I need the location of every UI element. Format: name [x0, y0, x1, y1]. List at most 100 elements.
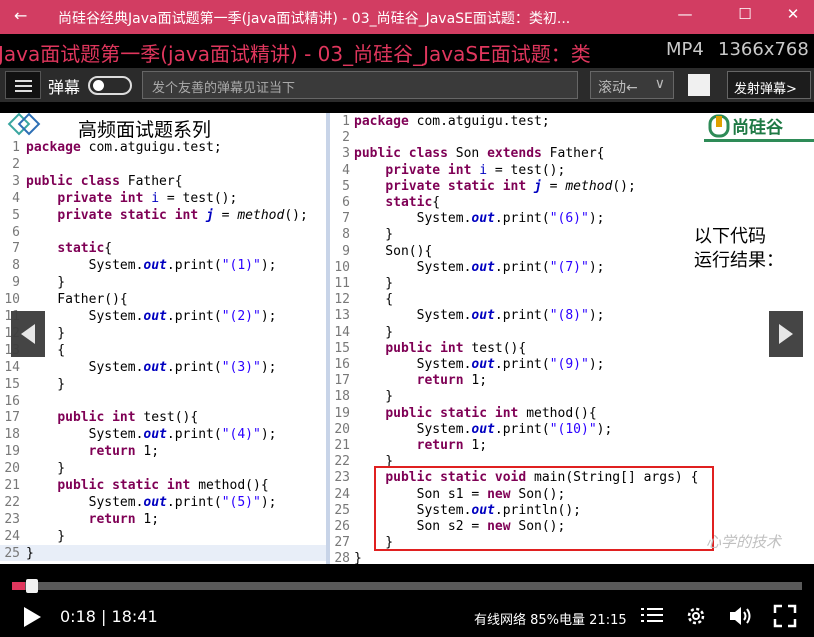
father-code-line[interactable]: System.out.print("(1)"); — [26, 258, 277, 273]
son-line-number: 27 — [334, 535, 350, 551]
player-controls: 0:18 | 18:41 有线网络 85%电量 21:15 — [0, 564, 814, 637]
son-code-line[interactable]: package com.atguigu.test; — [354, 114, 550, 129]
father-line-number: 10 — [4, 292, 20, 308]
danmaku-label: 弹幕 — [48, 78, 81, 97]
menu-icon[interactable] — [5, 71, 41, 99]
son-code-line[interactable]: } — [354, 551, 362, 564]
father-line-number: 2 — [12, 156, 20, 172]
son-code-line[interactable]: return 1; — [354, 373, 487, 388]
son-line-number: 7 — [342, 211, 350, 227]
father-code-line[interactable]: } — [26, 377, 65, 392]
minimize-button[interactable]: — — [670, 5, 700, 23]
father-code-line[interactable]: System.out.print("(4)"); — [26, 427, 277, 442]
father-code-line[interactable]: private static int j = method(); — [26, 208, 307, 223]
son-line-number: 26 — [334, 519, 350, 534]
father-code-line[interactable]: System.out.print("(2)"); — [26, 309, 277, 324]
father-line-number: 8 — [12, 258, 20, 274]
question-line-2: 运行结果： — [694, 250, 784, 271]
son-line-number: 24 — [334, 486, 350, 502]
maximize-button[interactable]: ☐ — [730, 5, 760, 23]
son-code-line[interactable]: public static int method(){ — [354, 406, 596, 421]
brand-name: 尚硅谷 — [732, 117, 784, 138]
son-code-line[interactable]: System.out.print("(10)"); — [354, 422, 613, 437]
father-line-number: 24 — [4, 528, 20, 544]
son-line-number: 15 — [334, 340, 350, 356]
danmaku-input[interactable]: 发个友善的弹幕见证当下 — [142, 71, 578, 99]
father-line-number: 16 — [4, 393, 20, 409]
father-line-number: 18 — [4, 427, 20, 443]
progress-fill — [12, 582, 25, 590]
father-line-number: 22 — [4, 494, 20, 510]
father-code-line[interactable]: public int test(){ — [26, 410, 198, 425]
question-text: 以下代码 运行结果： — [694, 225, 784, 273]
gear-icon[interactable] — [684, 604, 708, 628]
progress-handle[interactable] — [25, 579, 38, 593]
son-code-line[interactable]: public int test(){ — [354, 341, 526, 356]
son-code-line[interactable]: { — [354, 292, 393, 307]
father-code-line[interactable]: } — [26, 461, 65, 476]
father-line-number: 3 — [12, 173, 20, 189]
son-code-line[interactable]: public class Son extends Father{ — [354, 146, 604, 161]
father-code-line[interactable]: Father(){ — [26, 292, 127, 307]
son-code-line[interactable]: System.out.print("(6)"); — [354, 211, 605, 226]
father-code-line[interactable]: static{ — [26, 241, 112, 256]
close-button[interactable]: ✕ — [778, 5, 808, 23]
father-code-line[interactable]: private int i = test(); — [26, 191, 237, 206]
father-code-line[interactable]: return 1; — [26, 444, 159, 459]
total-time: 18:41 — [111, 607, 158, 626]
son-code-line[interactable]: System.out.print("(8)"); — [354, 308, 605, 323]
father-code-line[interactable]: return 1; — [26, 512, 159, 527]
son-code-line[interactable]: } — [354, 389, 393, 404]
arrow-left-icon[interactable]: ← — [14, 6, 27, 25]
question-line-1: 以下代码 — [694, 226, 766, 247]
father-line-number: 17 — [4, 410, 20, 426]
father-code-line[interactable]: System.out.print("(3)"); — [26, 360, 277, 375]
play-icon[interactable] — [22, 606, 42, 628]
father-line-number: 14 — [4, 359, 20, 375]
son-code-line[interactable]: } — [354, 227, 393, 242]
progress-bar[interactable] — [12, 579, 802, 593]
son-code-line[interactable]: System.out.print("(7)"); — [354, 260, 605, 275]
father-code-line[interactable]: } — [26, 546, 34, 561]
father-code-line[interactable]: } — [26, 529, 65, 544]
watermark: 心学的技术 — [706, 533, 782, 551]
son-code-line[interactable]: } — [354, 325, 393, 340]
son-code-line[interactable]: static{ — [354, 195, 440, 210]
father-line-number: 9 — [12, 275, 20, 291]
father-line-number: 19 — [4, 444, 20, 460]
son-code-line[interactable]: private int i = test(); — [354, 163, 565, 178]
chevron-left-icon — [21, 324, 35, 344]
son-line-number: 10 — [334, 259, 350, 275]
video-resolution: 1366x768 — [718, 39, 809, 60]
son-line-number: 11 — [334, 276, 350, 291]
son-code-line[interactable]: Son(){ — [354, 244, 432, 259]
father-code-line[interactable]: System.out.print("(5)"); — [26, 495, 277, 510]
father-code-line[interactable]: public static int method(){ — [26, 478, 268, 493]
time-separator: | — [101, 607, 107, 626]
son-code-line[interactable]: } — [354, 276, 393, 291]
send-danmaku-button[interactable]: 发射弹幕> — [727, 71, 811, 99]
father-code-line[interactable]: public class Father{ — [26, 174, 183, 189]
father-code-line[interactable]: } — [26, 275, 65, 290]
danmaku-toggle[interactable] — [88, 76, 132, 95]
video-frame[interactable]: 1 package com.atguigu.test; 2 3 public class… — [0, 113, 814, 564]
chevron-right-icon — [779, 324, 793, 344]
main-method-highlight-box — [374, 466, 714, 551]
previous-button[interactable] — [11, 311, 45, 357]
danmaku-color-swatch[interactable] — [688, 74, 710, 96]
father-code-pane: 1 package com.atguigu.test; 2 3 public class… — [0, 113, 326, 564]
son-line-number: 28 — [334, 551, 350, 564]
son-code-line[interactable]: System.out.print("(9)"); — [354, 357, 605, 372]
next-button[interactable] — [769, 311, 803, 357]
fullscreen-icon[interactable] — [773, 604, 797, 628]
son-code-line[interactable]: return 1; — [354, 438, 487, 453]
father-code-line[interactable]: package com.atguigu.test; — [26, 140, 222, 155]
danmaku-mode-select[interactable]: 滚动← ∨ — [590, 71, 674, 99]
title-bar: ← 尚硅谷经典Java面试题第一季(java面试精讲) - 03_尚硅谷_Jav… — [0, 0, 814, 34]
playlist-icon[interactable] — [640, 604, 664, 626]
file-info-overlay: Java面试题第一季(java面试精讲) - 03_尚硅谷_JavaSE面试题：… — [0, 34, 814, 68]
volume-icon[interactable] — [728, 604, 754, 628]
son-code-line[interactable]: private static int j = method(); — [354, 179, 635, 194]
son-line-number: 25 — [334, 502, 350, 518]
son-line-number: 1 — [342, 114, 350, 129]
